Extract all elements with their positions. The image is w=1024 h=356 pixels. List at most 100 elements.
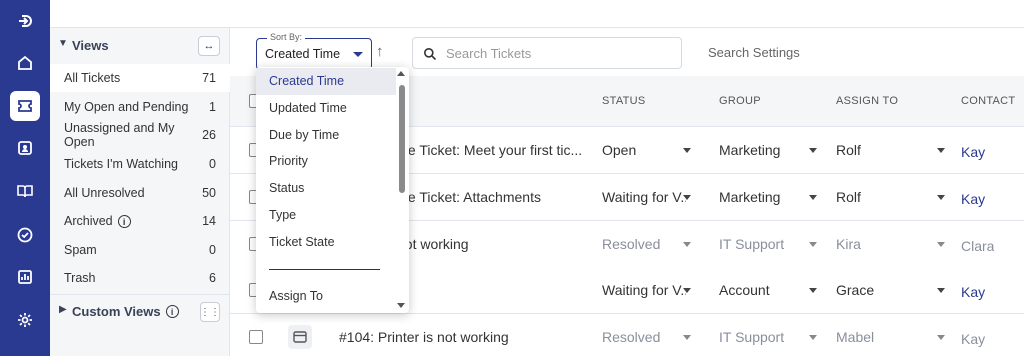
view-item-unassigned-my-open[interactable]: Unassigned and My Open 26 xyxy=(50,121,230,149)
search-placeholder: Search Tickets xyxy=(446,46,532,61)
ticket-assignee[interactable]: Kira xyxy=(836,236,861,252)
ticket-status[interactable]: Waiting for V... xyxy=(602,189,686,205)
ticket-contact[interactable]: Kay xyxy=(961,191,985,207)
dropdown-scrollbar[interactable] xyxy=(399,85,405,193)
ticket-subject[interactable]: ple Ticket: Attachments xyxy=(397,189,590,205)
ticket-group[interactable]: IT Support xyxy=(719,329,784,345)
ticket-assignee[interactable]: Rolf xyxy=(836,142,861,158)
assignee-caret-icon[interactable] xyxy=(937,195,945,200)
top-bar xyxy=(50,0,1024,28)
search-tickets-input[interactable]: Search Tickets xyxy=(412,37,682,69)
ticket-group[interactable]: Marketing xyxy=(719,142,780,158)
info-icon[interactable]: i xyxy=(117,215,131,229)
view-item-watching[interactable]: Tickets I'm Watching 0 xyxy=(50,150,230,178)
ticket-status[interactable]: Waiting for V... xyxy=(602,282,686,298)
sort-option-status[interactable]: Status xyxy=(256,175,396,202)
view-item-count: 6 xyxy=(209,271,216,285)
scroll-up-icon[interactable] xyxy=(397,71,405,76)
ticket-assignee[interactable]: Mabel xyxy=(836,329,874,345)
sort-direction-icon[interactable]: ↑ xyxy=(376,43,384,60)
ticket-contact[interactable]: Kay xyxy=(961,331,985,347)
views-header[interactable]: ▼ Views ↔ xyxy=(50,28,230,62)
views-panel: ▼ Views ↔ All Tickets 71 My Open and Pen… xyxy=(50,28,230,356)
custom-views-header[interactable]: ▶ Custom Views i ⋮⋮ xyxy=(50,294,230,328)
ticket-contact[interactable]: Kay xyxy=(961,284,985,300)
ticket-status[interactable]: Open xyxy=(602,142,686,158)
row-checkbox[interactable] xyxy=(249,330,263,344)
ticket-status[interactable]: Resolved xyxy=(602,236,686,252)
search-icon xyxy=(424,48,437,61)
view-item-label: My Open and Pending xyxy=(64,100,189,114)
column-header-group[interactable]: GROUP xyxy=(719,95,761,107)
drag-handle-icon[interactable]: ⋮⋮ xyxy=(200,302,220,322)
column-header-assign-to[interactable]: ASSIGN TO xyxy=(836,95,898,107)
search-settings-link[interactable]: Search Settings xyxy=(708,45,800,60)
ticket-contact[interactable]: Kay xyxy=(961,144,985,160)
status-caret-icon[interactable] xyxy=(683,195,691,200)
info-icon[interactable]: i xyxy=(165,305,179,318)
contacts-icon[interactable] xyxy=(10,133,40,163)
logout-icon[interactable] xyxy=(10,6,40,36)
sort-option-created-time[interactable]: Created Time xyxy=(256,68,396,95)
group-caret-icon[interactable] xyxy=(809,195,817,200)
sort-by-label: Sort By: xyxy=(267,32,306,42)
ticket-type-icon xyxy=(288,325,312,349)
expand-horizontal-icon[interactable]: ↔ xyxy=(198,36,220,56)
assignee-caret-icon[interactable] xyxy=(937,242,945,247)
assignee-caret-icon[interactable] xyxy=(937,335,945,340)
ticket-subject[interactable]: e xyxy=(397,282,590,298)
sort-option-type[interactable]: Type xyxy=(256,202,396,229)
sort-by-dropdown: Created Time Updated Time Due by Time Pr… xyxy=(256,67,409,313)
ticket-contact[interactable]: Clara xyxy=(961,238,994,254)
knowledge-base-icon[interactable] xyxy=(10,176,40,206)
ticket-subject[interactable]: not working xyxy=(397,236,590,252)
view-item-my-open-pending[interactable]: My Open and Pending 1 xyxy=(50,93,230,121)
view-item-all-unresolved[interactable]: All Unresolved 50 xyxy=(50,179,230,207)
assignee-caret-icon[interactable] xyxy=(937,148,945,153)
status-caret-icon[interactable] xyxy=(683,335,691,340)
scroll-down-icon[interactable] xyxy=(397,303,405,308)
sort-option-priority[interactable]: Priority xyxy=(256,148,396,175)
sort-option-updated-time[interactable]: Updated Time xyxy=(256,95,396,122)
ticket-group[interactable]: Marketing xyxy=(719,189,780,205)
group-caret-icon[interactable] xyxy=(809,335,817,340)
ticket-subject[interactable]: #104: Printer is not working xyxy=(339,329,590,345)
ticket-group[interactable]: Account xyxy=(719,282,770,298)
ticket-subject[interactable]: ple Ticket: Meet your first tic... xyxy=(397,142,590,158)
view-item-archived[interactable]: Archived i 14 xyxy=(50,207,230,235)
view-item-spam[interactable]: Spam 0 xyxy=(50,236,230,264)
group-caret-icon[interactable] xyxy=(809,148,817,153)
custom-views-title: Custom Views xyxy=(72,304,161,319)
view-item-label: Spam xyxy=(64,243,97,257)
group-caret-icon[interactable] xyxy=(809,242,817,247)
home-icon[interactable] xyxy=(10,48,40,78)
ticket-icon[interactable] xyxy=(10,91,40,121)
chevron-down-icon: ▼ xyxy=(58,38,68,49)
sort-option-assign-to[interactable]: Assign To xyxy=(256,283,396,310)
view-item-label: All Unresolved xyxy=(64,186,145,200)
sort-option-due-by-time[interactable]: Due by Time xyxy=(256,122,396,149)
view-item-label: Archived xyxy=(64,213,113,228)
column-header-contact[interactable]: CONTACT xyxy=(961,95,1015,107)
sort-by-select[interactable]: Sort By: Created Time xyxy=(256,32,372,70)
tasks-icon[interactable] xyxy=(10,220,40,250)
ticket-assignee[interactable]: Grace xyxy=(836,282,874,298)
views-title: Views xyxy=(72,38,109,53)
reports-icon[interactable] xyxy=(10,262,40,292)
column-header-status[interactable]: STATUS xyxy=(602,95,646,107)
view-item-all-tickets[interactable]: All Tickets 71 xyxy=(50,64,230,92)
ticket-status[interactable]: Resolved xyxy=(602,329,686,345)
status-caret-icon[interactable] xyxy=(683,288,691,293)
ticket-group[interactable]: IT Support xyxy=(719,236,784,252)
table-row[interactable]: #104: Printer is not working Resolved IT… xyxy=(230,314,1024,356)
group-caret-icon[interactable] xyxy=(809,288,817,293)
status-caret-icon[interactable] xyxy=(683,148,691,153)
settings-icon[interactable] xyxy=(10,305,40,335)
ticket-assignee[interactable]: Rolf xyxy=(836,189,861,205)
caret-down-icon xyxy=(353,52,363,57)
view-item-trash[interactable]: Trash 6 xyxy=(50,264,230,292)
status-caret-icon[interactable] xyxy=(683,242,691,247)
assignee-caret-icon[interactable] xyxy=(937,288,945,293)
sort-option-ticket-state[interactable]: Ticket State xyxy=(256,229,396,256)
view-item-count: 14 xyxy=(202,214,216,228)
